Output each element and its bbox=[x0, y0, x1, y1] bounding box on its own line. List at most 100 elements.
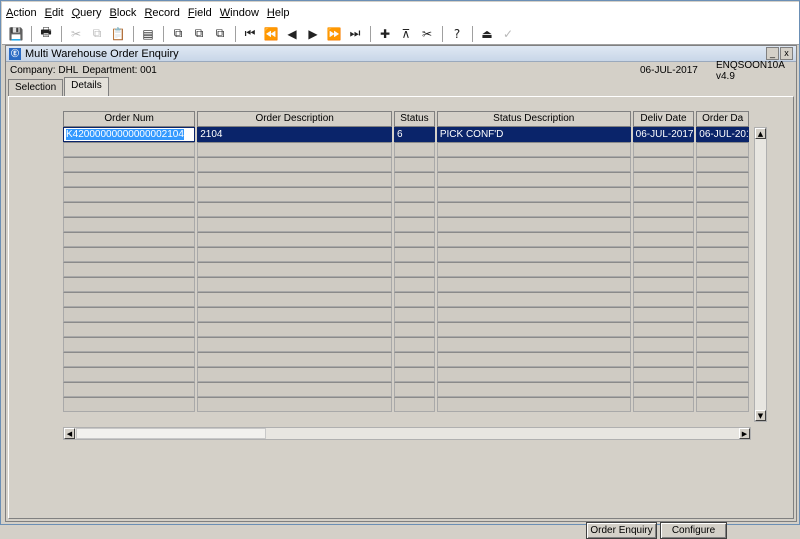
empty-cell[interactable] bbox=[632, 232, 695, 247]
empty-cell[interactable] bbox=[63, 187, 196, 202]
empty-cell[interactable] bbox=[696, 352, 749, 367]
empty-cell[interactable] bbox=[394, 337, 435, 352]
empty-cell[interactable] bbox=[394, 277, 435, 292]
order-date-cell[interactable]: 06-JUL-2017 bbox=[696, 127, 749, 142]
empty-cell[interactable] bbox=[632, 262, 695, 277]
empty-cell[interactable] bbox=[197, 352, 393, 367]
empty-cell[interactable] bbox=[63, 217, 196, 232]
empty-cell[interactable] bbox=[63, 382, 196, 397]
commit-icon[interactable]: ✓ bbox=[498, 25, 518, 43]
close-button[interactable]: x bbox=[780, 47, 793, 60]
empty-cell[interactable] bbox=[632, 352, 695, 367]
cut-icon[interactable]: ✂ bbox=[66, 25, 86, 43]
empty-cell[interactable] bbox=[63, 292, 196, 307]
table-row-empty[interactable] bbox=[63, 202, 751, 217]
empty-cell[interactable] bbox=[696, 247, 749, 262]
empty-cell[interactable] bbox=[197, 337, 393, 352]
order-description-cell[interactable]: 2104 bbox=[197, 127, 393, 142]
exit-icon[interactable]: ⏏ bbox=[477, 25, 497, 43]
empty-cell[interactable] bbox=[696, 277, 749, 292]
insert-record-icon[interactable]: ✚ bbox=[375, 25, 395, 43]
vertical-scrollbar[interactable]: ▲ ▼ bbox=[754, 127, 767, 422]
table-row-empty[interactable] bbox=[63, 292, 751, 307]
empty-cell[interactable] bbox=[696, 157, 749, 172]
empty-cell[interactable] bbox=[197, 247, 393, 262]
cancel-query-icon[interactable]: ⧉ bbox=[210, 25, 230, 43]
table-row-empty[interactable] bbox=[63, 262, 751, 277]
empty-cell[interactable] bbox=[696, 292, 749, 307]
empty-cell[interactable] bbox=[63, 277, 196, 292]
menu-query[interactable]: Query bbox=[72, 7, 102, 19]
empty-cell[interactable] bbox=[63, 202, 196, 217]
empty-cell[interactable] bbox=[632, 187, 695, 202]
empty-cell[interactable] bbox=[436, 202, 631, 217]
last-record-icon[interactable]: ⏭ bbox=[345, 25, 365, 43]
empty-cell[interactable] bbox=[696, 187, 749, 202]
empty-cell[interactable] bbox=[63, 157, 196, 172]
empty-cell[interactable] bbox=[197, 397, 393, 412]
next-record-icon[interactable]: ▶ bbox=[303, 25, 323, 43]
empty-cell[interactable] bbox=[394, 172, 435, 187]
empty-cell[interactable] bbox=[436, 172, 631, 187]
tab-details[interactable]: Details bbox=[64, 77, 109, 96]
menu-block[interactable]: Block bbox=[110, 7, 137, 19]
empty-cell[interactable] bbox=[696, 172, 749, 187]
empty-cell[interactable] bbox=[632, 292, 695, 307]
empty-cell[interactable] bbox=[696, 262, 749, 277]
empty-cell[interactable] bbox=[63, 337, 196, 352]
empty-cell[interactable] bbox=[197, 292, 393, 307]
empty-cell[interactable] bbox=[632, 397, 695, 412]
empty-cell[interactable] bbox=[632, 382, 695, 397]
empty-cell[interactable] bbox=[394, 367, 435, 382]
empty-cell[interactable] bbox=[394, 247, 435, 262]
lock-record-icon[interactable]: ✂ bbox=[417, 25, 437, 43]
empty-cell[interactable] bbox=[63, 247, 196, 262]
previous-block-icon[interactable]: ⏪ bbox=[261, 25, 281, 43]
empty-cell[interactable] bbox=[632, 217, 695, 232]
empty-cell[interactable] bbox=[436, 307, 631, 322]
menu-action[interactable]: Action bbox=[6, 7, 37, 19]
execute-query-icon[interactable]: ⧉ bbox=[189, 25, 209, 43]
empty-cell[interactable] bbox=[696, 382, 749, 397]
empty-cell[interactable] bbox=[394, 187, 435, 202]
empty-cell[interactable] bbox=[632, 337, 695, 352]
empty-cell[interactable] bbox=[696, 397, 749, 412]
scroll-left-icon[interactable]: ◀ bbox=[64, 428, 75, 439]
menu-field[interactable]: Field bbox=[188, 7, 212, 19]
empty-cell[interactable] bbox=[696, 307, 749, 322]
table-row-empty[interactable] bbox=[63, 217, 751, 232]
empty-cell[interactable] bbox=[394, 352, 435, 367]
paste-icon[interactable]: 📋 bbox=[108, 25, 128, 43]
empty-cell[interactable] bbox=[394, 202, 435, 217]
status-description-cell[interactable]: PICK CONF'D bbox=[436, 127, 631, 142]
empty-cell[interactable] bbox=[436, 157, 631, 172]
empty-cell[interactable] bbox=[632, 367, 695, 382]
empty-cell[interactable] bbox=[394, 307, 435, 322]
table-row-empty[interactable] bbox=[63, 172, 751, 187]
empty-cell[interactable] bbox=[436, 292, 631, 307]
table-row-empty[interactable] bbox=[63, 142, 751, 157]
empty-cell[interactable] bbox=[436, 217, 631, 232]
table-row-empty[interactable] bbox=[63, 187, 751, 202]
help-icon[interactable]: ? bbox=[447, 25, 467, 43]
empty-cell[interactable] bbox=[197, 277, 393, 292]
tab-selection[interactable]: Selection bbox=[8, 79, 64, 96]
empty-cell[interactable] bbox=[63, 307, 196, 322]
empty-cell[interactable] bbox=[436, 262, 631, 277]
empty-cell[interactable] bbox=[63, 322, 196, 337]
empty-cell[interactable] bbox=[394, 262, 435, 277]
empty-cell[interactable] bbox=[436, 322, 631, 337]
empty-cell[interactable] bbox=[197, 382, 393, 397]
clear-form-icon[interactable]: ▤ bbox=[138, 25, 158, 43]
empty-cell[interactable] bbox=[632, 277, 695, 292]
empty-cell[interactable] bbox=[394, 157, 435, 172]
empty-cell[interactable] bbox=[632, 157, 695, 172]
empty-cell[interactable] bbox=[632, 172, 695, 187]
empty-cell[interactable] bbox=[394, 397, 435, 412]
empty-cell[interactable] bbox=[197, 142, 393, 157]
empty-cell[interactable] bbox=[436, 277, 631, 292]
empty-cell[interactable] bbox=[63, 397, 196, 412]
table-row-empty[interactable] bbox=[63, 367, 751, 382]
empty-cell[interactable] bbox=[394, 292, 435, 307]
table-row-empty[interactable] bbox=[63, 232, 751, 247]
